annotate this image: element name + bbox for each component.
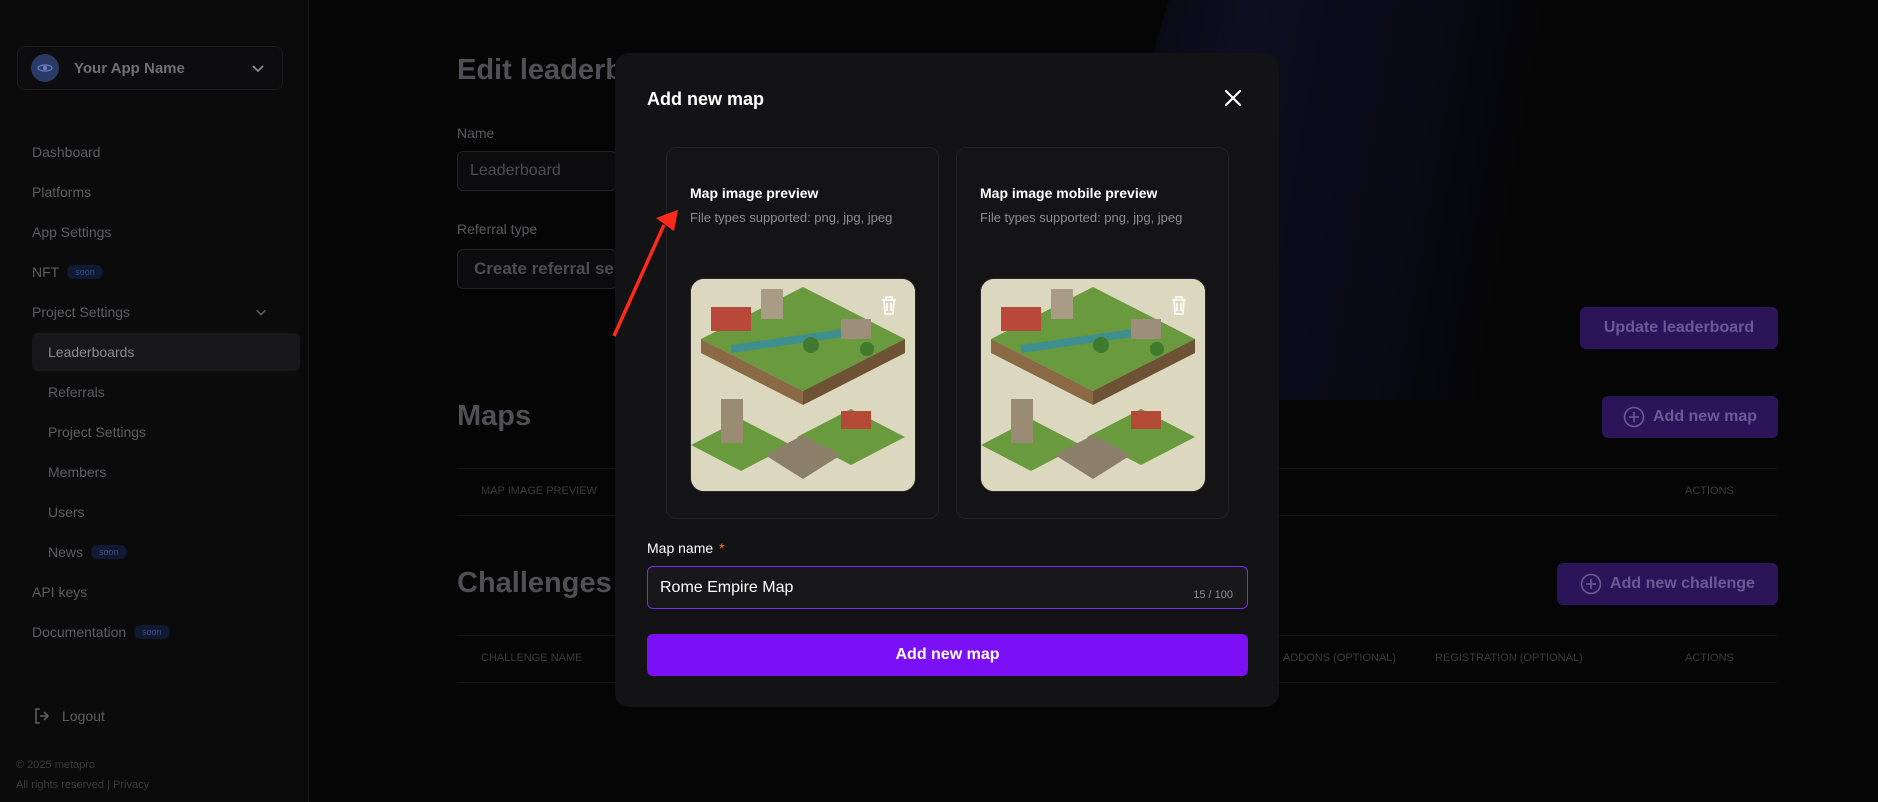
- card-title: Map image mobile preview: [980, 185, 1158, 201]
- add-new-map-button-bg[interactable]: Add new map: [1602, 396, 1778, 438]
- sidebar-item-project-settings-group[interactable]: Project Settings: [32, 304, 268, 320]
- update-leaderboard-button[interactable]: Update leaderboard: [1580, 307, 1778, 349]
- soon-badge: soon: [91, 545, 127, 559]
- map-name-value: Rome Empire Map: [660, 578, 794, 596]
- add-new-challenge-label: Add new challenge: [1610, 575, 1755, 592]
- sidebar-item-label: Platforms: [32, 184, 92, 200]
- trash-icon[interactable]: [1167, 293, 1191, 317]
- sidebar-item-label: App Settings: [32, 224, 112, 240]
- card-subtitle: File types supported: png, jpg, jpeg: [690, 210, 893, 225]
- logout-icon: [35, 708, 50, 724]
- sidebar-item-label: Leaderboards: [48, 344, 135, 360]
- footer-copyright: © 2025 metapro: [16, 759, 96, 771]
- sidebar-item-app-settings[interactable]: App Settings: [32, 224, 111, 240]
- map-name-input[interactable]: Rome Empire Map 15 / 100: [647, 566, 1248, 609]
- sidebar-item-project-settings[interactable]: Project Settings: [48, 424, 146, 440]
- map-name-label-text: Map name: [647, 540, 714, 556]
- maps-title: Maps: [457, 400, 532, 432]
- sidebar-item-label: API keys: [32, 584, 88, 600]
- modal-title: Add new map: [647, 89, 765, 109]
- soon-badge: soon: [67, 265, 103, 279]
- sidebar-item-label: Dashboard: [32, 144, 101, 160]
- sidebar-item-referrals[interactable]: Referrals: [48, 384, 105, 400]
- add-map-modal: Add new map Map image preview File types…: [615, 53, 1279, 707]
- column-header: MAP IMAGE PREVIEW: [481, 485, 597, 497]
- sidebar-item-label: Members: [48, 464, 107, 480]
- sidebar-item-platforms[interactable]: Platforms: [32, 184, 91, 200]
- column-header: ACTIONS: [1685, 485, 1734, 497]
- sidebar-item-documentation[interactable]: Documentation soon: [32, 624, 170, 640]
- app-name: Your App Name: [74, 59, 185, 77]
- plus-circle-icon: [1623, 406, 1645, 428]
- page-title: Edit leaderb: [457, 54, 623, 86]
- trash-icon[interactable]: [877, 293, 901, 317]
- column-header: ADDONS (OPTIONAL): [1283, 652, 1397, 664]
- card-title: Map image preview: [690, 185, 819, 201]
- soon-badge: soon: [134, 625, 170, 639]
- add-new-map-submit-button[interactable]: Add new map: [647, 634, 1248, 676]
- chevron-down-icon[interactable]: [250, 60, 266, 76]
- sidebar-item-label: Documentation: [32, 624, 127, 640]
- logout-label: Logout: [62, 708, 105, 724]
- sidebar-item-label: Project Settings: [32, 304, 131, 320]
- create-referral-button[interactable]: Create referral se: [457, 249, 617, 289]
- character-counter: 15 / 100: [1193, 589, 1233, 601]
- sidebar-item-nft[interactable]: NFT soon: [32, 264, 103, 280]
- plus-circle-icon: [1580, 573, 1602, 595]
- app-selector[interactable]: Your App Name: [17, 46, 283, 90]
- sidebar-item-users[interactable]: Users: [48, 504, 85, 520]
- footer-links[interactable]: All rights reserved | Privacy: [16, 779, 149, 791]
- sidebar-item-label: Project Settings: [48, 424, 147, 440]
- map-image-preview-card[interactable]: Map image preview File types supported: …: [666, 147, 939, 519]
- sidebar-item-dashboard[interactable]: Dashboard: [32, 144, 101, 160]
- card-subtitle: File types supported: png, jpg, jpeg: [980, 210, 1183, 225]
- sidebar-item-label: NFT: [32, 264, 60, 280]
- sidebar: Your App Name Dashboard Platforms App Se…: [0, 0, 309, 802]
- map-image-mobile-thumbnail: [980, 278, 1206, 492]
- sidebar-item-label: Users: [48, 504, 85, 520]
- name-field[interactable]: Leaderboard: [457, 151, 617, 191]
- column-header: REGISTRATION (OPTIONAL): [1435, 652, 1583, 664]
- sidebar-item-leaderboards[interactable]: Leaderboards: [48, 344, 134, 360]
- sidebar-item-api-keys[interactable]: API keys: [32, 584, 87, 600]
- challenges-title: Challenges: [457, 567, 612, 599]
- close-icon[interactable]: [1222, 87, 1244, 109]
- add-new-map-label: Add new map: [1652, 408, 1757, 425]
- name-label: Name: [457, 125, 495, 141]
- column-header: CHALLENGE NAME: [481, 652, 583, 664]
- map-image-mobile-preview-card[interactable]: Map image mobile preview File types supp…: [956, 147, 1229, 519]
- add-new-challenge-button[interactable]: Add new challenge: [1557, 563, 1778, 605]
- sidebar-item-label: Referrals: [48, 384, 105, 400]
- app-logo-icon: [31, 54, 59, 82]
- sidebar-item-label: News: [48, 544, 84, 560]
- chevron-down-icon: [256, 309, 266, 316]
- column-header: ACTIONS: [1685, 652, 1734, 664]
- required-asterisk: *: [719, 540, 725, 556]
- sidebar-item-members[interactable]: Members: [48, 464, 106, 480]
- map-image-thumbnail: [690, 278, 916, 492]
- sidebar-item-news[interactable]: News soon: [48, 544, 127, 560]
- logout-button[interactable]: Logout: [32, 706, 105, 726]
- referral-type-label: Referral type: [457, 221, 538, 237]
- map-name-label: Map name *: [647, 540, 725, 556]
